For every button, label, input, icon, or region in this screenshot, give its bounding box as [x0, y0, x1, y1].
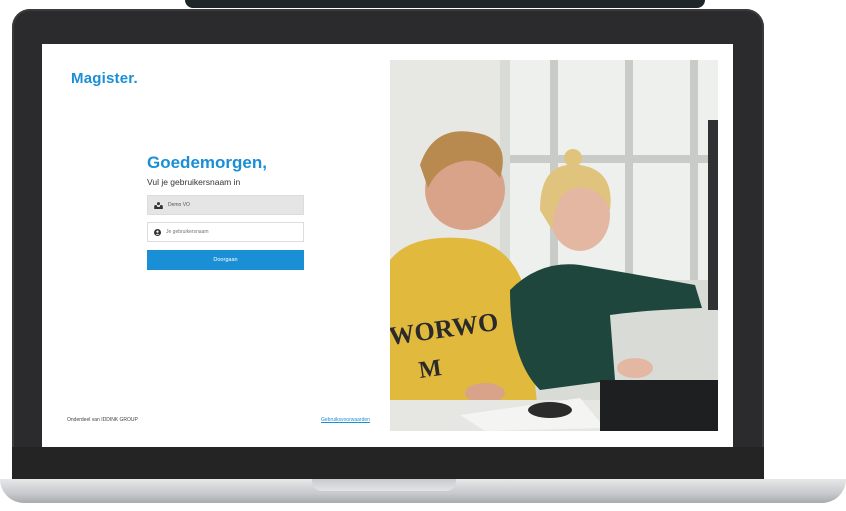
login-screen: Magister. Goedemorgen, Vul je gebruikers… [42, 44, 733, 447]
user-icon [154, 228, 161, 236]
greeting-heading: Goedemorgen, [147, 153, 267, 172]
continue-button[interactable]: Doorgaan [147, 250, 304, 270]
laptop-chin [12, 447, 764, 481]
company-footer: Onderdeel van IDDINK GROUP [67, 417, 138, 423]
username-instruction: Vul je gebruikersnaam in [147, 177, 241, 187]
school-icon [154, 201, 163, 209]
students-illustration: WORWO M [390, 60, 718, 431]
username-input[interactable] [166, 229, 286, 235]
username-field[interactable] [147, 222, 304, 242]
svg-text:M: M [417, 355, 443, 384]
laptop-base-notch [312, 479, 456, 491]
laptop-top-edge [185, 0, 705, 8]
school-selector[interactable]: Demo VO [147, 195, 304, 215]
terms-link[interactable]: Gebruiksvoorwaarden [321, 417, 370, 423]
magister-logo[interactable]: Magister. [71, 70, 138, 87]
students-photo: WORWO M [390, 60, 718, 431]
school-value: Demo VO [168, 202, 190, 208]
